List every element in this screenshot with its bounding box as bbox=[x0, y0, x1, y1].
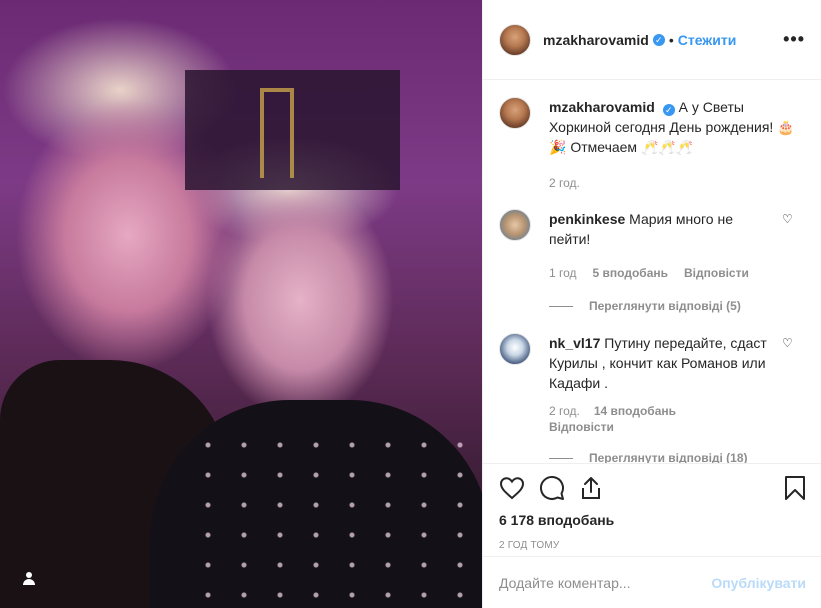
background-gold-frame bbox=[260, 88, 294, 178]
like-count[interactable]: 6 178 вподобань bbox=[499, 512, 806, 528]
reply-button[interactable]: Відповісти bbox=[684, 263, 749, 283]
post-sidebar: mzakharovamid ✓ • Стежити ••• mzakharova… bbox=[482, 0, 821, 608]
comment-avatar[interactable] bbox=[499, 333, 531, 365]
caption-avatar[interactable] bbox=[499, 97, 531, 129]
photo-dots-pattern bbox=[190, 430, 480, 608]
post-header: mzakharovamid ✓ • Стежити ••• bbox=[483, 0, 821, 80]
caption-username[interactable]: mzakharovamid bbox=[549, 99, 655, 115]
verified-badge-icon: ✓ bbox=[662, 104, 675, 116]
view-replies[interactable]: Переглянути відповіді (5) bbox=[549, 299, 806, 313]
caption-time[interactable]: 2 год. bbox=[549, 173, 580, 193]
comments-list[interactable]: mzakharovamid ✓ А у Светы Хоркиной сегод… bbox=[483, 81, 821, 463]
author-username[interactable]: mzakharovamid bbox=[543, 32, 649, 48]
verified-badge-icon: ✓ bbox=[652, 33, 665, 46]
reply-button[interactable]: Відповісти bbox=[549, 420, 614, 434]
comment-username[interactable]: nk_vl17 bbox=[549, 335, 600, 351]
replies-line bbox=[549, 305, 573, 307]
comment-meta: 2 год. 14 вподобань Відповісти bbox=[549, 403, 769, 435]
view-replies[interactable]: Переглянути відповіді (18) bbox=[549, 451, 806, 463]
caption: mzakharovamid ✓ А у Светы Хоркиной сегод… bbox=[499, 97, 806, 193]
comment-input[interactable] bbox=[499, 574, 712, 591]
comment-likes[interactable]: 5 вподобань bbox=[593, 263, 668, 283]
comment-username[interactable]: penkinkese bbox=[549, 211, 625, 227]
separator-dot: • bbox=[668, 31, 674, 48]
author-info: mzakharovamid ✓ • Стежити bbox=[543, 32, 736, 48]
comment-like-heart-icon[interactable]: ♡ bbox=[782, 337, 794, 349]
replies-line bbox=[549, 457, 573, 459]
comment-meta: 1 год 5 вподобань Відповісти bbox=[549, 263, 769, 283]
action-icons bbox=[499, 468, 806, 508]
posted-time[interactable]: 2 год тому bbox=[499, 540, 806, 551]
comment-item: nk_vl17 Путину передайте, сдаст Курилы ,… bbox=[499, 333, 806, 435]
comment-like-heart-icon[interactable]: ♡ bbox=[782, 213, 794, 225]
more-options-icon[interactable]: ••• bbox=[783, 29, 805, 50]
user-tag-icon[interactable] bbox=[18, 568, 40, 590]
comment-icon[interactable] bbox=[539, 468, 579, 508]
share-icon[interactable] bbox=[579, 468, 619, 508]
comment-likes[interactable]: 14 вподобань bbox=[594, 404, 676, 418]
comment-time[interactable]: 1 год bbox=[549, 263, 577, 283]
bookmark-icon[interactable] bbox=[766, 468, 806, 508]
comment-composer: Опублікувати bbox=[483, 556, 821, 608]
author-avatar[interactable] bbox=[499, 23, 531, 56]
post-photo[interactable] bbox=[0, 0, 482, 608]
view-replies-label[interactable]: Переглянути відповіді (5) bbox=[589, 299, 741, 313]
comment-avatar[interactable] bbox=[499, 209, 531, 241]
publish-button[interactable]: Опублікувати bbox=[711, 575, 806, 591]
heart-icon[interactable] bbox=[499, 468, 539, 508]
comment-item: penkinkese Мария много не пейти! 1 год 5… bbox=[499, 209, 806, 283]
caption-meta: 2 год. bbox=[549, 173, 799, 193]
follow-button[interactable]: Стежити bbox=[678, 32, 737, 48]
view-replies-label[interactable]: Переглянути відповіді (18) bbox=[589, 451, 748, 463]
comment-time[interactable]: 2 год. bbox=[549, 404, 580, 418]
